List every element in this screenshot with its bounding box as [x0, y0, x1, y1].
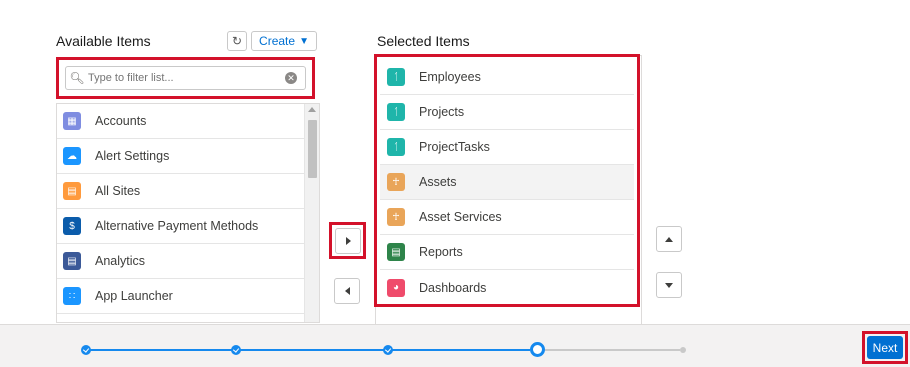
payment-icon: $	[63, 217, 81, 235]
create-label: Create	[259, 34, 296, 48]
refresh-button[interactable]: ↻	[227, 31, 247, 51]
list-item-label: Alternative Payment Methods	[95, 219, 259, 233]
list-item[interactable]: ☥ Asset Services	[380, 200, 634, 235]
scroll-thumb[interactable]	[308, 120, 317, 178]
list-item[interactable]: ᛐ Projects	[380, 95, 634, 130]
accounts-icon: ▦	[63, 112, 81, 130]
move-up-button[interactable]	[656, 226, 682, 252]
bank-icon: ☥	[387, 173, 405, 191]
progress-step-future[interactable]	[680, 347, 686, 353]
list-item[interactable]: ▦ Accounts	[57, 104, 305, 139]
list-item[interactable]: ▤ All Sites	[57, 174, 305, 209]
list-item[interactable]: ▤ Analytics	[57, 244, 305, 279]
move-down-button[interactable]	[656, 272, 682, 298]
people-icon: ᛐ	[387, 68, 405, 86]
list-item[interactable]: ᛐ ProjectTasks	[380, 130, 634, 165]
selected-list: ᛐ Employees ᛐ Projects ᛐ ProjectTasks ☥ …	[380, 60, 634, 305]
clear-icon[interactable]: ✕	[285, 72, 297, 84]
list-item[interactable]: ☁ Alert Settings	[57, 139, 305, 174]
list-item-label: Reports	[419, 245, 463, 259]
available-list: ▦ Accounts ☁ Alert Settings ▤ All Sites …	[56, 103, 320, 323]
people-icon: ᛐ	[387, 103, 405, 121]
item-icon	[63, 322, 81, 323]
people-icon: ᛐ	[387, 138, 405, 156]
caret-down-icon: ▼	[299, 35, 309, 47]
bank-icon: ☥	[387, 208, 405, 226]
selected-highlight: ᛐ Employees ᛐ Projects ᛐ ProjectTasks ☥ …	[374, 54, 640, 307]
next-button[interactable]: Next	[867, 336, 903, 359]
create-button[interactable]: Create ▼	[251, 31, 317, 51]
list-item[interactable]: ◕ Dashboards	[380, 270, 634, 305]
sites-icon: ▤	[63, 182, 81, 200]
scroll-up-arrow[interactable]	[308, 107, 316, 112]
list-item-label: Analytics	[95, 254, 146, 268]
triangle-right-icon	[345, 237, 351, 245]
list-item-label: Accounts	[95, 114, 147, 128]
progress-line	[90, 349, 530, 351]
refresh-icon: ↻	[231, 34, 243, 48]
search-icon: 🔍︎	[69, 71, 85, 85]
list-item-label: ProjectTasks	[419, 140, 490, 154]
triangle-up-icon	[665, 236, 673, 242]
filter-box: 🔍︎ ✕	[65, 66, 306, 90]
list-item-label: Dashboards	[419, 280, 487, 295]
move-to-available-button[interactable]	[334, 278, 360, 304]
report-icon: ▤	[387, 243, 405, 261]
list-item[interactable]: ▤ Reports	[380, 235, 634, 270]
filter-input[interactable]	[88, 72, 285, 84]
cloud-icon: ☁	[63, 147, 81, 165]
next-highlight: Next	[862, 331, 908, 364]
list-item-label: App Launcher	[95, 289, 173, 303]
footer-bar	[0, 324, 910, 367]
progress-step-current[interactable]	[530, 342, 545, 357]
triangle-left-icon	[344, 287, 350, 295]
list-item[interactable]: $ Alternative Payment Methods	[57, 209, 305, 244]
dashboard-icon: ◕	[387, 278, 405, 297]
list-item-label: Projects	[419, 105, 465, 119]
filter-highlight: 🔍︎ ✕	[56, 57, 315, 99]
app-launcher-icon: ∷	[63, 287, 81, 305]
list-item-label: Employees	[419, 70, 481, 84]
list-item[interactable]: ᛐ Employees	[380, 60, 634, 95]
progress-line-remaining	[545, 349, 680, 351]
list-item[interactable]: ∷ App Launcher	[57, 279, 305, 314]
available-items-title: Available Items	[56, 33, 151, 49]
selected-items-title: Selected Items	[377, 33, 470, 49]
list-item[interactable]: ☥ Assets	[380, 165, 634, 200]
list-item-label: Alert Settings	[95, 149, 170, 163]
list-item-label: Assets	[419, 175, 457, 189]
move-to-selected-button[interactable]	[335, 228, 361, 254]
list-item-partial[interactable]	[57, 314, 305, 323]
list-item-label: All Sites	[95, 184, 141, 198]
progress-step-completed[interactable]	[231, 345, 241, 355]
analytics-icon: ▤	[63, 252, 81, 270]
scrollbar[interactable]	[304, 104, 319, 322]
progress-step-completed[interactable]	[81, 345, 91, 355]
list-item-label: Asset Services	[419, 210, 502, 224]
triangle-down-icon	[665, 282, 673, 288]
progress-step-completed[interactable]	[383, 345, 393, 355]
move-right-highlight	[329, 222, 366, 259]
